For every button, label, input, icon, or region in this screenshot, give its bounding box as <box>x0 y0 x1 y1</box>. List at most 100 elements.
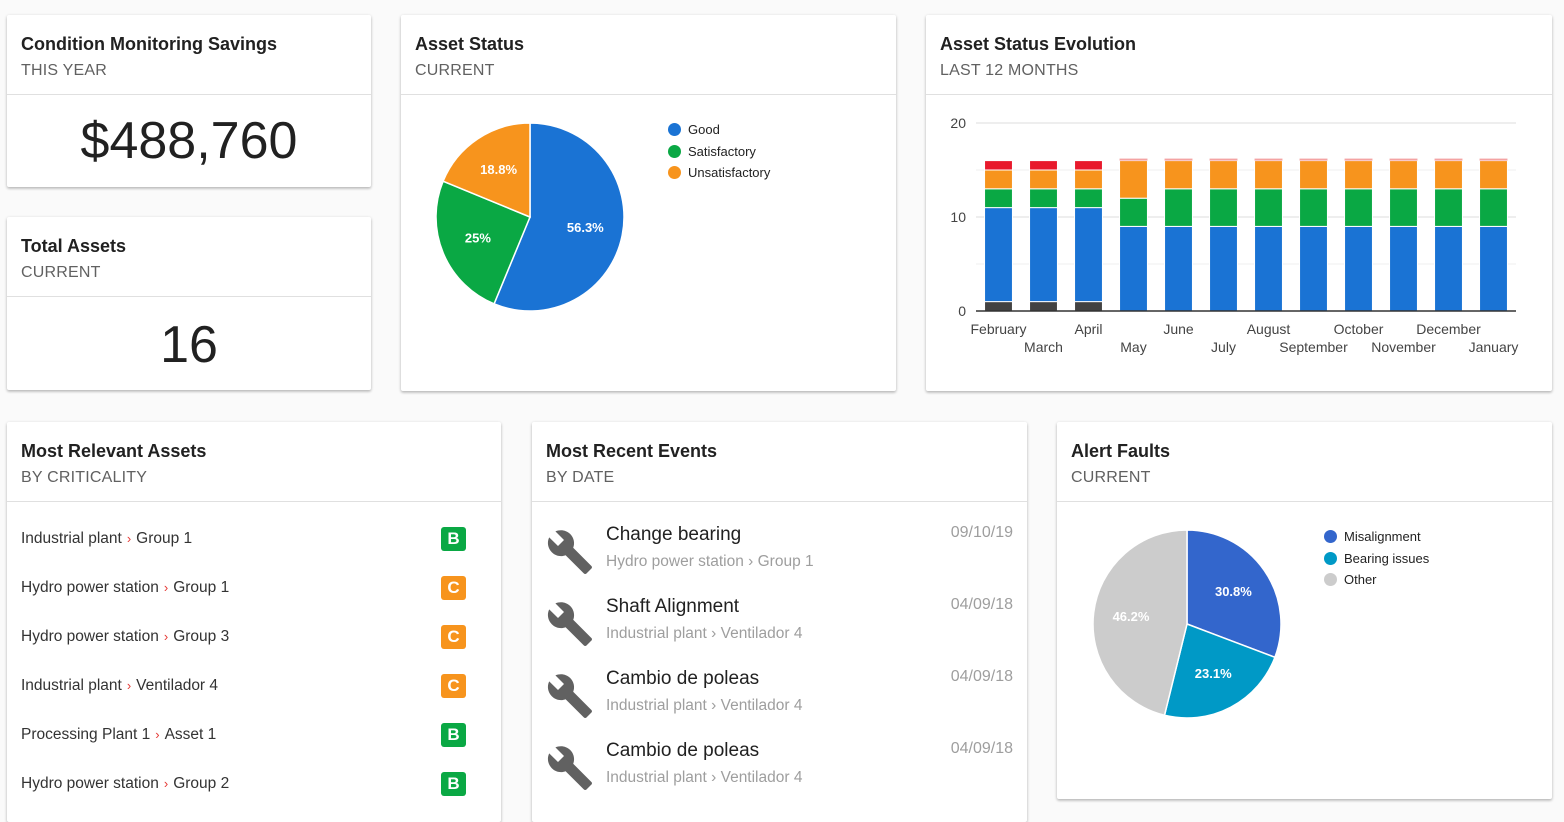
bar-segment-good[interactable] <box>1479 225 1508 312</box>
bar-segment-unknown[interactable] <box>1029 301 1058 312</box>
bar-segment-unsatisfactory[interactable] <box>1254 160 1283 190</box>
list-item[interactable]: Change bearing Hydro power station › Grou… <box>546 524 1013 588</box>
card-subtitle: THIS YEAR <box>21 62 107 79</box>
asset-path: Hydro power station › Group 1 <box>21 579 229 597</box>
bar-segment-satisfactory[interactable] <box>1029 188 1058 209</box>
breadcrumb-separator: › <box>126 678 132 693</box>
card-title: Asset Status <box>415 34 525 54</box>
legend-item[interactable]: Satisfactory <box>668 141 770 163</box>
list-item[interactable]: Hydro power station › Group 1 C <box>21 573 466 603</box>
legend-item[interactable]: Other <box>1324 569 1429 591</box>
bar-segment-unsatisfactory[interactable] <box>1119 160 1148 199</box>
legend-swatch <box>1324 530 1337 544</box>
bar-segment-satisfactory[interactable] <box>1164 188 1193 227</box>
alert-faults-pie-chart[interactable]: 30.8% 23.1% 46.2% <box>1057 502 1552 799</box>
bar-segment-unsatisfactory[interactable] <box>984 169 1013 190</box>
list-item[interactable]: Industrial plant › Group 1 B <box>21 524 466 554</box>
list-item[interactable]: Cambio de poleas Industrial plant › Venti… <box>546 668 1013 732</box>
bar-segment-satisfactory[interactable] <box>1254 188 1283 227</box>
bar-segment-unsatisfactory[interactable] <box>1434 160 1463 190</box>
list-item[interactable]: Cambio de poleas Industrial plant › Venti… <box>546 740 1013 804</box>
bar-segment-good[interactable] <box>1074 207 1103 303</box>
card-subtitle: CURRENT <box>1071 469 1151 486</box>
asset-status-card: Asset Status CURRENT 56.3% 25% 18.8% Good S… <box>401 15 896 391</box>
bar-segment-good[interactable] <box>1344 225 1373 312</box>
wrench-icon <box>546 528 594 576</box>
bar-segment-critical <box>1344 158 1373 161</box>
bar-segment-unsatisfactory[interactable] <box>1479 160 1508 190</box>
card-header: Asset Status Evolution LAST 12 MONTHS <box>926 15 1552 95</box>
total-assets-card: Total Assets CURRENT 16 <box>7 217 371 390</box>
asset-parent: Industrial plant <box>21 530 122 547</box>
bar-segment-good[interactable] <box>984 207 1013 303</box>
legend-swatch <box>668 144 681 158</box>
list-item[interactable]: Hydro power station › Group 2 B <box>21 769 466 799</box>
list-item[interactable]: Hydro power station › Group 3 C <box>21 622 466 652</box>
bar-segment-unsatisfactory[interactable] <box>1164 160 1193 190</box>
relevant-assets-card: Most Relevant Assets BY CRITICALITY Indu… <box>7 422 501 822</box>
bar-segment-unsatisfactory[interactable] <box>1389 160 1418 190</box>
asset-path: Industrial plant › Ventilador 4 <box>21 677 218 695</box>
wrench-icon <box>546 744 594 792</box>
bar-segment-unsatisfactory[interactable] <box>1029 169 1058 190</box>
legend-item[interactable]: Bearing issues <box>1324 548 1429 570</box>
bar-segment-satisfactory[interactable] <box>1479 188 1508 227</box>
card-header: Total Assets CURRENT <box>7 217 371 297</box>
bar-segment-unsatisfactory[interactable] <box>1074 169 1103 190</box>
card-subtitle: LAST 12 MONTHS <box>940 62 1079 79</box>
bar-segment-unknown[interactable] <box>984 301 1013 312</box>
event-asset-path: Hydro power station › Group 1 <box>606 553 814 570</box>
bar-segment-good[interactable] <box>1389 225 1418 312</box>
bar-segment-satisfactory[interactable] <box>1344 188 1373 227</box>
bar-segment-unsatisfactory[interactable] <box>1299 160 1328 190</box>
asset-status-pie-chart[interactable]: 56.3% 25% 18.8% <box>401 95 896 391</box>
pie-slice-label: 56.3% <box>567 220 604 235</box>
card-header: Alert Faults CURRENT <box>1057 422 1552 502</box>
event-asset-path: Industrial plant › Ventilador 4 <box>606 697 803 714</box>
legend-item[interactable]: Unsatisfactory <box>668 162 770 184</box>
bar-segment-satisfactory[interactable] <box>1389 188 1418 227</box>
bar-segment-good[interactable] <box>1029 207 1058 303</box>
breadcrumb-separator: › <box>163 776 169 791</box>
pie-slice-label: 18.8% <box>480 162 517 177</box>
bar-segment-good[interactable] <box>1434 225 1463 312</box>
bar-segment-critical[interactable] <box>1029 160 1058 171</box>
bar-segment-good[interactable] <box>1119 225 1148 312</box>
card-subtitle: CURRENT <box>21 264 101 281</box>
bar-segment-satisfactory[interactable] <box>1209 188 1238 227</box>
x-tick-label: December <box>1416 321 1481 337</box>
card-subtitle: BY CRITICALITY <box>21 469 148 486</box>
bar-segment-satisfactory[interactable] <box>984 188 1013 209</box>
bar-segment-critical[interactable] <box>984 160 1013 171</box>
x-tick-label: June <box>1163 321 1194 337</box>
bar-segment-good[interactable] <box>1209 225 1238 312</box>
card-header: Most Recent Events BY DATE <box>532 422 1027 502</box>
legend-swatch <box>1324 551 1337 565</box>
asset-parent: Hydro power station <box>21 579 159 596</box>
bar-segment-good[interactable] <box>1299 225 1328 312</box>
legend-item[interactable]: Misalignment <box>1324 526 1429 548</box>
asset-status-evolution-bar-chart[interactable]: 0 10 20 February March April May June July August… <box>926 95 1552 391</box>
list-item[interactable]: Processing Plant 1 › Asset 1 B <box>21 720 466 750</box>
card-title: Asset Status Evolution <box>940 34 1137 54</box>
bar-segment-good[interactable] <box>1164 225 1193 312</box>
asset-name: Group 3 <box>173 628 230 645</box>
bar-segment-satisfactory[interactable] <box>1434 188 1463 227</box>
asset-parent: Hydro power station <box>21 775 159 792</box>
list-item[interactable]: Industrial plant › Ventilador 4 C <box>21 671 466 701</box>
asset-parent: Industrial plant <box>21 677 122 694</box>
bar-segment-satisfactory[interactable] <box>1119 197 1148 227</box>
bar-segment-critical[interactable] <box>1074 160 1103 171</box>
bar-segment-unsatisfactory[interactable] <box>1209 160 1238 190</box>
bar-segment-good[interactable] <box>1254 225 1283 312</box>
savings-value: $488,760 <box>80 112 298 170</box>
bar-segment-unknown[interactable] <box>1074 301 1103 312</box>
legend-item[interactable]: Good <box>668 119 770 141</box>
y-tick-label: 0 <box>958 303 966 319</box>
bar-segment-unsatisfactory[interactable] <box>1344 160 1373 190</box>
bar-segment-satisfactory[interactable] <box>1074 188 1103 209</box>
card-title: Condition Monitoring Savings <box>21 34 277 54</box>
pie-slice-label: 25% <box>465 231 491 246</box>
list-item[interactable]: Shaft Alignment Industrial plant › Ventil… <box>546 596 1013 660</box>
bar-segment-satisfactory[interactable] <box>1299 188 1328 227</box>
